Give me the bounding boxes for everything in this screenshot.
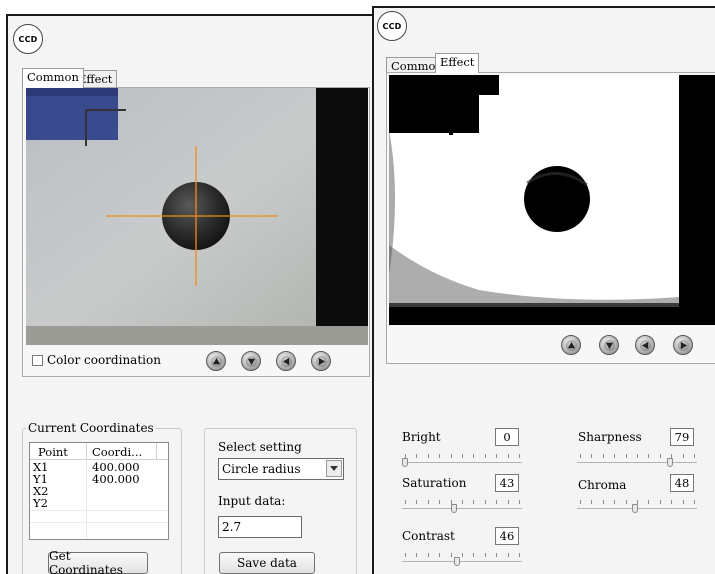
contrast-label: Contrast [402,529,455,543]
table-row[interactable]: Y2 [30,496,168,510]
sharpness-value[interactable]: 79 [670,428,694,446]
camera-view-processed[interactable] [389,75,715,325]
contrast-value[interactable]: 46 [495,527,519,545]
get-coordinates-button[interactable]: Get Coordinates [48,549,148,574]
tab-label: Common [27,70,79,84]
table-header: Point Coordi... [30,443,168,460]
input-data-label: Input data: [218,494,286,508]
saturation-label: Saturation [402,476,467,490]
current-coordinates-title: Current Coordinates [26,421,156,435]
slider-thumb[interactable] [454,557,460,566]
contrast-slider[interactable] [402,553,522,567]
right-arrow-icon[interactable] [311,351,331,371]
select-setting-label: Select setting [218,440,302,454]
left-arrow-icon[interactable] [276,351,296,371]
slider-track[interactable] [402,561,522,562]
color-coordination-checkbox[interactable] [32,355,43,366]
tab-effect[interactable]: Effect [435,53,480,73]
slider-thumb[interactable] [667,458,673,467]
ccd-logo: CCD [13,24,43,54]
bright-label: Bright [402,430,441,444]
setting-select[interactable]: Circle radius [218,458,344,480]
ccd-window-effect: CCD Common Effect Bright 0 Sharpness 79 … [372,6,715,574]
tab-label: Effect [440,55,475,69]
left-arrow-icon[interactable] [635,335,655,355]
slider-track[interactable] [402,462,522,463]
chroma-slider[interactable] [577,500,697,514]
ccd-logo: CCD [377,11,407,41]
column-header-coordinate[interactable]: Coordi... [92,445,142,459]
camera-view-raw[interactable] [26,88,368,345]
saturation-value[interactable]: 43 [495,474,519,492]
slider-ticks [402,553,522,558]
slider-thumb[interactable] [632,504,638,513]
up-arrow-icon[interactable] [561,335,581,355]
saturation-slider[interactable] [402,500,522,514]
slider-ticks [402,500,522,505]
slider-thumb[interactable] [451,504,457,513]
input-data-value: 2.7 [222,520,242,534]
table-row[interactable]: Y1 400.000 [30,472,168,486]
column-header-point[interactable]: Point [38,445,68,459]
table-row[interactable]: X2 [30,484,168,498]
cell-point: Y2 [33,496,48,510]
save-data-button[interactable]: Save data [219,552,315,574]
slider-ticks [577,454,697,459]
right-arrow-icon[interactable] [673,335,693,355]
slider-track[interactable] [577,462,697,463]
slider-thumb[interactable] [402,458,408,467]
sharpness-label: Sharpness [578,430,642,444]
effect-tab-panel [386,72,715,364]
slider-track[interactable] [402,508,522,509]
camera-image-thresholded [389,75,715,325]
logo-text: CCD [382,21,402,31]
coordinates-table[interactable]: Point Coordi... X1 400.000 Y1 400.000 X2… [29,442,169,540]
logo-text: CCD [18,34,38,44]
sharpness-slider[interactable] [577,454,697,468]
common-tab-panel: Color coordination [22,87,370,377]
color-coordination-label: Color coordination [47,353,161,367]
ccd-window-common: CCD Common Effect Color coordination Cur… [6,14,374,574]
up-arrow-icon[interactable] [206,351,226,371]
input-data-field[interactable]: 2.7 [218,516,302,538]
down-arrow-icon[interactable] [599,335,619,355]
bright-value[interactable]: 0 [495,428,519,446]
setting-select-value: Circle radius [222,462,301,476]
chroma-label: Chroma [578,478,627,492]
chroma-value[interactable]: 48 [670,474,694,492]
tab-common[interactable]: Common [22,68,84,88]
camera-image [26,88,368,345]
slider-ticks [402,454,522,459]
bright-slider[interactable] [402,454,522,468]
cell-value: 400.000 [92,472,140,486]
down-arrow-icon[interactable] [241,351,261,371]
chevron-down-icon[interactable] [326,460,342,477]
